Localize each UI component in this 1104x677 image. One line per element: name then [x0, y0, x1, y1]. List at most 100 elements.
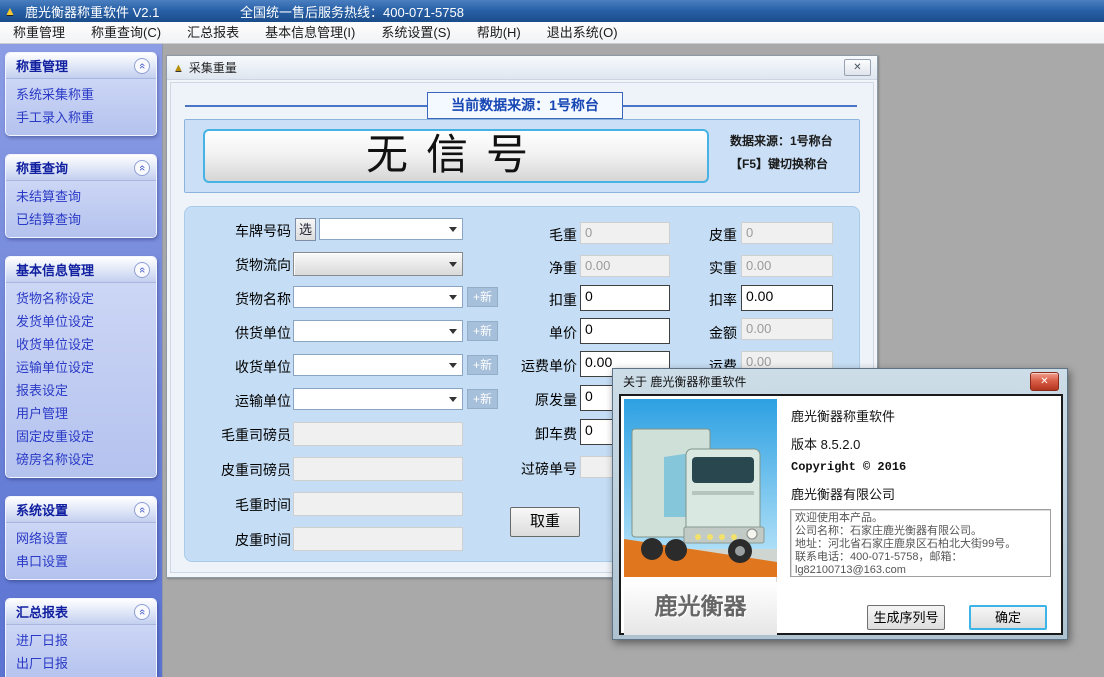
chevron-down-icon[interactable]	[445, 289, 460, 305]
gross-weight-label: 毛重	[465, 225, 577, 245]
sidebar-item-system-capture-weigh[interactable]: 系统采集称重	[6, 83, 156, 106]
chevron-up-icon[interactable]: «	[134, 58, 150, 74]
menu-system-settings[interactable]: 系统设置(S)	[368, 22, 463, 44]
gross-operator-field	[293, 422, 463, 446]
sidebar-item-receiver-setting[interactable]: 收货单位设定	[6, 333, 156, 356]
menu-weigh-query[interactable]: 称重查询(C)	[78, 22, 174, 44]
about-dialog-titlebar[interactable]: 关于 鹿光衡器称重软件	[613, 369, 1067, 393]
goods-name-label: 货物名称	[185, 289, 291, 309]
product-name: 鹿光衡器称重软件	[791, 406, 895, 425]
panel-header-weigh-query[interactable]: 称重查询 «	[6, 155, 156, 181]
supplier-combobox[interactable]	[293, 320, 463, 342]
hotline-text: 全国统一售后服务热线：400-071-5758	[240, 2, 464, 21]
panel-title: 基本信息管理	[16, 260, 94, 279]
about-dialog-title: 关于 鹿光衡器称重软件	[623, 373, 746, 390]
sidebar-item-inbound-daily-report[interactable]: 进厂日报	[6, 629, 156, 652]
deduct-rate-input[interactable]: 0.00	[741, 285, 833, 311]
sidebar-item-outbound-daily-report[interactable]: 出厂日报	[6, 652, 156, 675]
chevron-up-icon[interactable]: «	[134, 262, 150, 278]
chevron-down-icon[interactable]	[445, 357, 460, 373]
sidebar: 称重管理 « 系统采集称重 手工录入称重 称重查询 « 未结算查询 已结算查询 …	[0, 44, 163, 677]
ok-button[interactable]: 确定	[969, 605, 1047, 630]
transport-label: 运输单位	[185, 391, 291, 411]
actual-weight-field: 0.00	[741, 255, 833, 277]
data-source-banner: 当前数据来源：1号称台	[427, 92, 623, 119]
tare-operator-label: 皮重司磅员	[185, 460, 291, 480]
menu-basic-info[interactable]: 基本信息管理(I)	[252, 22, 368, 44]
app-titlebar: ▲ 鹿光衡器称重软件 V2.1 全国统一售后服务热线：400-071-5758	[0, 0, 1104, 22]
receiver-combobox[interactable]	[293, 354, 463, 376]
sidebar-item-serial-settings[interactable]: 串口设置	[6, 550, 156, 573]
tare-operator-field	[293, 457, 463, 481]
sidebar-item-unsettled-query[interactable]: 未结算查询	[6, 185, 156, 208]
panel-title: 汇总报表	[16, 602, 68, 621]
app-logo-icon: ▲	[4, 4, 20, 18]
panel-header-system-settings[interactable]: 系统设置 «	[6, 497, 156, 523]
unload-fee-label: 卸车费	[465, 424, 577, 444]
sidebar-item-user-manage[interactable]: 用户管理	[6, 402, 156, 425]
plate-number-combobox[interactable]	[319, 218, 463, 240]
goods-flow-label: 货物流向	[185, 255, 291, 275]
menu-help[interactable]: 帮助(H)	[464, 22, 534, 44]
app-root: ▲ 鹿光衡器称重软件 V2.1 全国统一售后服务热线：400-071-5758 …	[0, 0, 1104, 677]
tare-time-label: 皮重时间	[185, 530, 291, 550]
display-side-info: 数据来源：1号称台 【F5】键切换称台	[730, 130, 858, 176]
chevron-up-icon[interactable]: «	[134, 604, 150, 620]
tare-time-field	[293, 527, 463, 551]
transport-combobox[interactable]	[293, 388, 463, 410]
close-icon[interactable]: ✕	[844, 59, 871, 76]
weigh-window-titlebar[interactable]: ▲ 采集重量 ✕	[167, 56, 877, 80]
data-source-line: 数据来源：1号称台	[730, 130, 858, 153]
chevron-up-icon[interactable]: «	[134, 160, 150, 176]
supplier-label: 供货单位	[185, 323, 291, 343]
menu-exit[interactable]: 退出系统(O)	[534, 22, 631, 44]
sidebar-item-manual-entry-weigh[interactable]: 手工录入称重	[6, 106, 156, 129]
chevron-down-icon[interactable]	[445, 323, 460, 339]
chevron-down-icon[interactable]	[445, 391, 460, 407]
sidebar-item-report-setting[interactable]: 报表设定	[6, 379, 156, 402]
sidebar-item-shipper-setting[interactable]: 发货单位设定	[6, 310, 156, 333]
origin-qty-label: 原发量	[465, 390, 577, 410]
plate-select-button[interactable]: 选	[295, 218, 316, 241]
goods-name-combobox[interactable]	[293, 286, 463, 308]
sidebar-panel-system-settings: 系统设置 « 网络设置 串口设置	[5, 496, 157, 580]
sidebar-item-fixed-tare-setting[interactable]: 固定皮重设定	[6, 425, 156, 448]
sidebar-item-transport-setting[interactable]: 运输单位设定	[6, 356, 156, 379]
deduct-weight-label: 扣重	[465, 290, 577, 310]
ticket-no-label: 过磅单号	[465, 459, 577, 479]
panel-title: 称重管理	[16, 56, 68, 75]
truck-image-caption: 鹿光衡器	[624, 582, 777, 635]
unit-price-label: 单价	[465, 323, 577, 343]
sidebar-item-network-settings[interactable]: 网络设置	[6, 527, 156, 550]
panel-header-basic-info[interactable]: 基本信息管理 «	[6, 257, 156, 283]
version-text: 版本 8.5.2.0	[791, 434, 860, 453]
sidebar-item-settled-query[interactable]: 已结算查询	[6, 208, 156, 231]
truck-illustration	[624, 399, 777, 577]
chevron-down-icon[interactable]	[445, 256, 460, 272]
sidebar-panel-weigh-manage: 称重管理 « 系统采集称重 手工录入称重	[5, 52, 157, 136]
take-weight-button[interactable]: 取重	[510, 507, 580, 537]
sidebar-item-scale-house-setting[interactable]: 磅房名称设定	[6, 448, 156, 471]
generate-serial-button[interactable]: 生成序列号	[867, 605, 945, 630]
menu-weigh-manage[interactable]: 称重管理	[0, 22, 78, 44]
copyright-text: Copyright © 2016	[791, 460, 906, 474]
panel-title: 系统设置	[16, 500, 68, 519]
net-weight-label: 净重	[465, 258, 577, 278]
gross-time-field	[293, 492, 463, 516]
goods-flow-combobox[interactable]	[293, 252, 463, 276]
chevron-down-icon[interactable]	[445, 221, 460, 237]
amount-label: 金额	[625, 323, 737, 343]
freight-price-label: 运费单价	[465, 356, 577, 376]
close-icon[interactable]: ✕	[1030, 372, 1059, 391]
tare-weight-field: 0	[741, 222, 833, 244]
switch-scale-hint: 【F5】键切换称台	[730, 153, 858, 176]
menu-summary-report[interactable]: 汇总报表	[174, 22, 252, 44]
window-title: 采集重量	[189, 59, 844, 76]
panel-header-summary-report[interactable]: 汇总报表 «	[6, 599, 156, 625]
menubar: 称重管理 称重查询(C) 汇总报表 基本信息管理(I) 系统设置(S) 帮助(H…	[0, 22, 1104, 44]
sidebar-panel-summary-report: 汇总报表 « 进厂日报 出厂日报	[5, 598, 157, 677]
chevron-up-icon[interactable]: «	[134, 502, 150, 518]
sidebar-item-goods-name-setting[interactable]: 货物名称设定	[6, 287, 156, 310]
receiver-label: 收货单位	[185, 357, 291, 377]
panel-header-weigh-manage[interactable]: 称重管理 «	[6, 53, 156, 79]
